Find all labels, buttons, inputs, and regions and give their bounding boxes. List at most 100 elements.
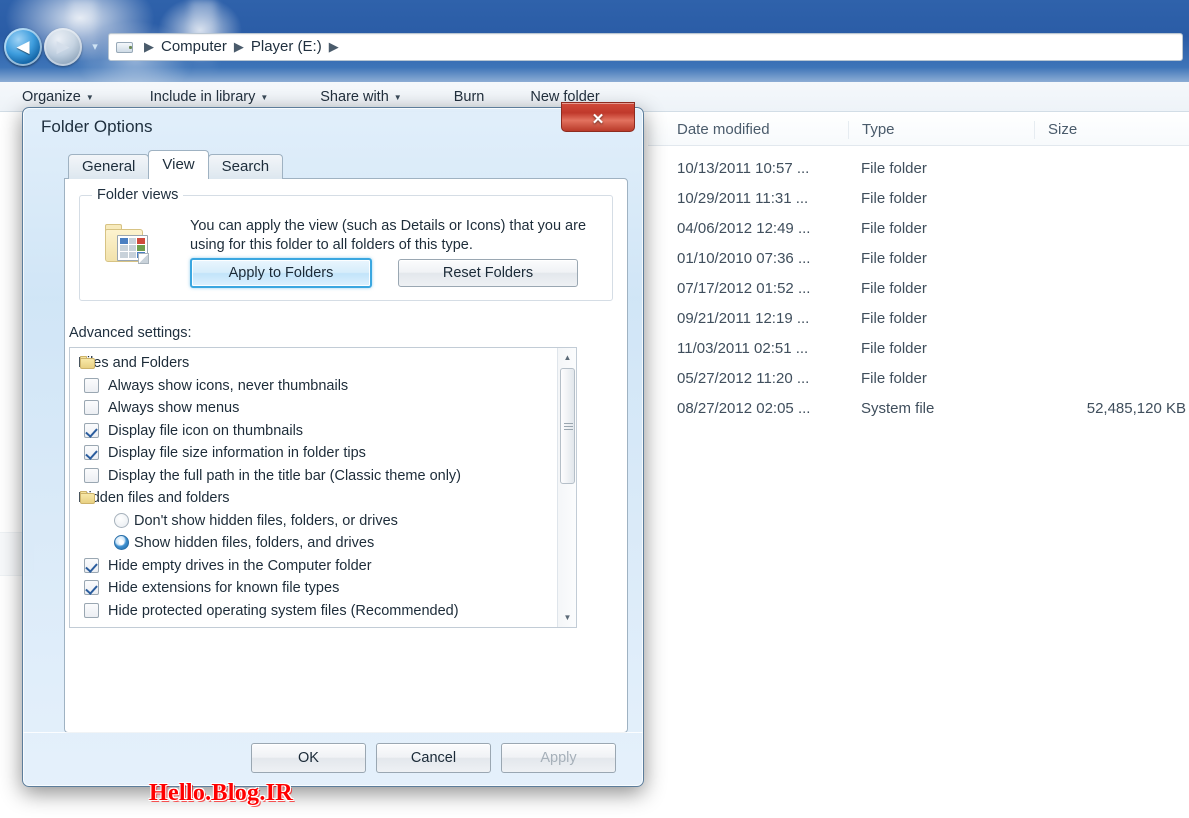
table-row[interactable]: 11/03/2011 02:51 ... File folder (648, 336, 1189, 366)
cell-date-modified: 01/10/2010 07:36 ... (677, 250, 811, 267)
advanced-item-label: Don't show hidden files, folders, or dri… (134, 512, 398, 529)
cell-type: System file (861, 400, 935, 417)
checkbox-icon[interactable] (84, 557, 99, 573)
breadcrumb-separator-1: ▶ (233, 39, 244, 54)
dialog-footer: OK Cancel Apply (23, 732, 643, 786)
close-icon: ✕ (591, 111, 605, 128)
checkbox-icon[interactable] (84, 400, 99, 415)
folder-views-group: Folder views You can apply the view (suc… (79, 187, 613, 301)
advanced-checkbox-item[interactable]: Display file size information in folder … (70, 442, 558, 465)
table-row[interactable]: 04/06/2012 12:49 ... File folder (648, 216, 1189, 246)
tab-view[interactable]: View (148, 150, 209, 179)
advanced-checkbox-item[interactable]: Hide empty drives in the Computer folder (70, 555, 558, 578)
cell-date-modified: 10/13/2011 10:57 ... (677, 160, 810, 177)
breadcrumb-separator-2[interactable]: ▶ (322, 39, 346, 55)
advanced-radio-item[interactable]: Don't show hidden files, folders, or dri… (70, 510, 558, 533)
checkbox-icon[interactable] (84, 467, 99, 483)
cell-type: File folder (861, 220, 927, 237)
table-row[interactable]: 09/21/2011 12:19 ... File folder (648, 306, 1189, 336)
table-row[interactable]: 05/27/2012 11:20 ... File folder (648, 366, 1189, 396)
checkbox-icon[interactable] (84, 602, 99, 618)
toolbar-burn[interactable]: Burn (454, 89, 485, 105)
checkbox-icon[interactable] (84, 580, 99, 595)
back-button[interactable]: ◀ (4, 28, 42, 66)
dialog-body: General View Search Folder views You can… (40, 150, 628, 733)
advanced-settings-scrollbar[interactable]: ▲ ▼ (557, 348, 576, 627)
checkbox-icon[interactable] (84, 422, 99, 438)
toolbar-organize[interactable]: Organize ▼ (22, 89, 94, 105)
advanced-settings-list: Files and Folders Always show icons, neve… (70, 352, 558, 622)
folder-options-dialog: Folder Options ✕ General View Search Fol… (22, 102, 644, 806)
recent-pages-icon[interactable]: ▾ (88, 40, 102, 54)
apply-to-folders-button[interactable]: Apply to Folders (190, 258, 372, 288)
advanced-item-label: Always show menus (108, 400, 240, 417)
advanced-checkbox-item[interactable]: Always show icons, never thumbnails (70, 375, 558, 398)
advanced-checkbox-item[interactable]: Display file icon on thumbnails (70, 420, 558, 443)
advanced-checkbox-item[interactable]: Display the full path in the title bar (… (70, 465, 558, 488)
advanced-item-label: Hide protected operating system files (R… (108, 602, 459, 619)
toolbar-include-in-library[interactable]: Include in library ▼ (150, 89, 269, 105)
radio-icon[interactable] (114, 512, 129, 528)
breadcrumb-computer[interactable]: Computer (161, 38, 227, 56)
tab-panel-view: Folder views You can apply the view (suc… (64, 178, 628, 733)
file-list: Date modified Type Size 10/13/2011 10:57… (648, 112, 1189, 818)
breadcrumb-player-e[interactable]: Player (E:) (251, 38, 322, 56)
scroll-up-icon[interactable]: ▲ (558, 348, 577, 367)
table-row[interactable]: 08/27/2012 02:05 ... System file 52,485,12… (648, 396, 1189, 426)
toolbar-share-with[interactable]: Share with ▼ (320, 89, 401, 105)
apply-button: Apply (501, 743, 616, 773)
cell-type: File folder (861, 340, 927, 357)
ok-button[interactable]: OK (251, 743, 366, 773)
file-list-header: Date modified Type Size (648, 112, 1189, 146)
advanced-checkbox-item[interactable]: Always show menus (70, 397, 558, 420)
toolbar-include-in-library-label: Include in library (149, 88, 256, 105)
radio-icon[interactable] (114, 535, 129, 550)
folder-views-description: You can apply the view (such as Details … (190, 218, 587, 253)
chevron-down-icon: ▼ (85, 93, 94, 102)
advanced-checkbox-item[interactable]: Hide protected operating system files (R… (70, 600, 558, 623)
close-button[interactable]: ✕ (561, 102, 635, 132)
reset-folders-button[interactable]: Reset Folders (398, 259, 578, 287)
chevron-down-icon: ▼ (260, 93, 269, 102)
cell-type: File folder (861, 250, 927, 267)
checkbox-icon[interactable] (84, 445, 99, 460)
toolbar-burn-label: Burn (453, 88, 485, 105)
column-header-date-modified[interactable]: Date modified (664, 121, 848, 139)
cell-date-modified: 07/17/2012 01:52 ... (677, 280, 811, 297)
advanced-item-label: Hide extensions for known file types (108, 580, 340, 597)
dialog-title: Folder Options (41, 117, 153, 136)
cell-date-modified: 05/27/2012 11:20 ... (677, 370, 810, 387)
advanced-settings-box: Files and Folders Always show icons, neve… (69, 347, 577, 628)
table-row[interactable]: 10/13/2011 10:57 ... File folder (648, 156, 1189, 186)
column-header-size[interactable]: Size (1034, 121, 1189, 139)
cancel-button[interactable]: Cancel (376, 743, 491, 773)
advanced-item-label: Display the full path in the title bar (… (108, 467, 461, 484)
tab-search[interactable]: Search (207, 154, 284, 179)
drive-icon (115, 40, 135, 55)
advanced-settings-label: Advanced settings: (69, 325, 192, 341)
table-row[interactable]: 01/10/2010 07:36 ... File folder (648, 246, 1189, 276)
tab-strip: General View Search (68, 150, 284, 179)
cell-date-modified: 09/21/2011 12:19 ... (677, 310, 810, 327)
advanced-item-label: Display file icon on thumbnails (108, 422, 304, 439)
address-bar[interactable]: ▶ Computer ▶ Player (E:) ▶ (108, 33, 1183, 61)
scroll-down-icon[interactable]: ▼ (558, 608, 577, 627)
advanced-radio-item[interactable]: Show hidden files, folders, and drives (70, 532, 558, 555)
cell-size: 52,485,120 KB (1086, 400, 1186, 417)
advanced-checkbox-item[interactable]: Hide extensions for known file types (70, 577, 558, 600)
toolbar-organize-label: Organize (22, 88, 81, 105)
advanced-item-label: Hide empty drives in the Computer folder (108, 557, 372, 574)
cell-date-modified: 10/29/2011 11:31 ... (677, 190, 809, 207)
cell-type: File folder (861, 310, 927, 327)
advanced-item-label: Display file size information in folder … (108, 445, 366, 462)
forward-button[interactable]: ▶ (44, 28, 82, 66)
checkbox-icon[interactable] (84, 377, 99, 393)
address-row: ◀ ▶ ▾ ▶ Computer ▶ Player (E:) ▶ (0, 26, 1189, 72)
table-row[interactable]: 10/29/2011 11:31 ... File folder (648, 186, 1189, 216)
scrollbar-thumb[interactable] (560, 368, 575, 484)
file-list-rows: 10/13/2011 10:57 ... File folder 10/29/201… (648, 156, 1189, 426)
cell-type: File folder (861, 160, 927, 177)
table-row[interactable]: 07/17/2012 01:52 ... File folder (648, 276, 1189, 306)
tab-general[interactable]: General (68, 154, 150, 179)
column-header-type[interactable]: Type (848, 121, 1034, 139)
